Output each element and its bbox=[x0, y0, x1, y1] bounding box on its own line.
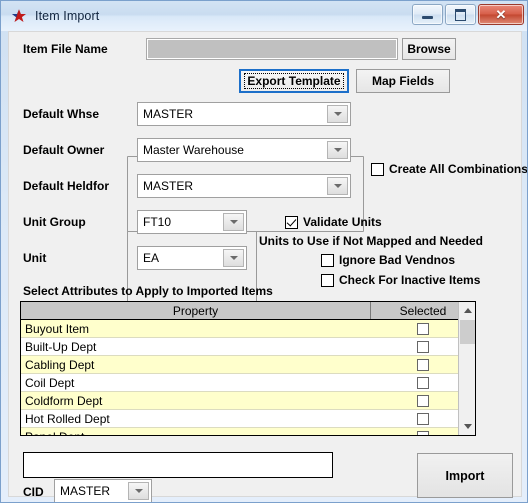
row-property-cell: Buyout Item bbox=[25, 321, 90, 336]
import-button-label: Import bbox=[445, 468, 485, 483]
star-icon bbox=[11, 8, 27, 24]
unit-group-value: FT10 bbox=[143, 215, 172, 229]
chevron-down-icon bbox=[223, 213, 244, 231]
checkbox-box bbox=[321, 273, 334, 287]
checkbox-box bbox=[285, 215, 298, 229]
minimize-icon bbox=[422, 16, 433, 19]
import-button[interactable]: Import bbox=[417, 453, 513, 498]
grid-body: Buyout Item Built-Up Dept Cabling Dept Coil… bbox=[21, 320, 475, 436]
cid-dropdown[interactable]: MASTER bbox=[54, 479, 152, 502]
chevron-down-icon bbox=[327, 141, 348, 159]
row-checkbox[interactable] bbox=[417, 394, 429, 407]
row-property-cell: Panel Dept bbox=[21, 430, 371, 436]
map-fields-label: Map Fields bbox=[371, 74, 434, 88]
browse-button[interactable]: Browse bbox=[402, 38, 456, 60]
row-checkbox[interactable] bbox=[417, 358, 429, 371]
row-property-cell: Coil Dept bbox=[25, 375, 75, 390]
cid-value: MASTER bbox=[60, 484, 111, 498]
ignore-bad-vendnos-checkbox[interactable]: Ignore Bad Vendnos bbox=[321, 253, 455, 267]
default-whse-dropdown[interactable]: MASTER bbox=[137, 102, 351, 126]
create-all-combinations-label: Create All Combinations bbox=[389, 162, 528, 176]
export-template-button[interactable]: Export Template bbox=[239, 69, 349, 93]
validate-units-label: Validate Units bbox=[303, 215, 382, 229]
close-icon: ✕ bbox=[495, 7, 507, 22]
row-checkbox[interactable] bbox=[417, 412, 429, 425]
chevron-down-icon bbox=[327, 177, 348, 195]
table-row[interactable]: Panel Dept bbox=[21, 428, 475, 436]
unit-value: EA bbox=[143, 251, 160, 265]
row-property-cell: Cabling Dept bbox=[25, 357, 95, 372]
unit-group-dropdown[interactable]: FT10 bbox=[137, 210, 247, 234]
item-file-name-label: Item File Name bbox=[23, 42, 108, 56]
map-fields-button[interactable]: Map Fields bbox=[356, 69, 450, 93]
dialog-body: Item File Name Browse Export Template Ma… bbox=[8, 31, 527, 502]
maximize-button[interactable] bbox=[445, 4, 476, 25]
scroll-down-icon[interactable] bbox=[459, 418, 475, 435]
close-button[interactable]: ✕ bbox=[478, 4, 524, 25]
scroll-up-icon[interactable] bbox=[459, 302, 475, 319]
checkbox-box bbox=[371, 162, 384, 176]
default-owner-dropdown[interactable]: Master Warehouse bbox=[137, 138, 351, 162]
table-row[interactable]: Coldform Dept bbox=[21, 392, 475, 410]
attributes-heading: Select Attributes to Apply to Imported I… bbox=[23, 284, 273, 298]
column-header-property: Property bbox=[21, 302, 371, 319]
row-property-cell: Hot Rolled Dept bbox=[25, 411, 110, 426]
ignore-bad-vendnos-label: Ignore Bad Vendnos bbox=[339, 253, 456, 267]
default-whse-label: Default Whse bbox=[23, 107, 100, 121]
default-heldfor-dropdown[interactable]: MASTER bbox=[137, 174, 351, 198]
unit-dropdown[interactable]: EA bbox=[137, 246, 247, 270]
default-owner-label: Default Owner bbox=[23, 143, 105, 157]
row-property-cell: Built-Up Dept bbox=[25, 339, 97, 354]
status-input[interactable] bbox=[23, 452, 333, 478]
default-heldfor-value: MASTER bbox=[143, 179, 194, 193]
row-checkbox[interactable] bbox=[417, 322, 429, 335]
minimize-button[interactable] bbox=[412, 4, 443, 25]
check-for-inactive-items-label: Check For Inactive Items bbox=[339, 273, 481, 287]
row-checkbox[interactable] bbox=[417, 376, 429, 389]
default-owner-value: Master Warehouse bbox=[143, 143, 244, 157]
chevron-down-icon bbox=[128, 482, 149, 500]
maximize-icon bbox=[455, 8, 466, 21]
table-row[interactable]: Hot Rolled Dept bbox=[21, 410, 475, 428]
create-all-combinations-checkbox[interactable]: Create All Combinations bbox=[371, 162, 528, 176]
item-file-name-input[interactable] bbox=[146, 38, 398, 60]
check-for-inactive-items-checkbox[interactable]: Check For Inactive Items bbox=[321, 273, 480, 287]
title-bar[interactable]: Item Import ✕ bbox=[1, 1, 527, 31]
validate-units-checkbox[interactable]: Validate Units bbox=[285, 215, 382, 229]
export-template-label: Export Template bbox=[244, 73, 344, 89]
default-heldfor-label: Default Heldfor bbox=[23, 179, 110, 193]
row-property-cell: Coldform Dept bbox=[25, 393, 103, 408]
unit-label: Unit bbox=[23, 251, 47, 265]
cid-label: CID bbox=[23, 485, 44, 499]
grid-vertical-scrollbar[interactable] bbox=[458, 302, 475, 435]
item-import-window: Item Import ✕ Item File Name Browse Expo… bbox=[0, 0, 528, 503]
grid-header-row: Property Selected bbox=[21, 302, 475, 320]
scrollbar-thumb[interactable] bbox=[460, 320, 475, 344]
units-note-label: Units to Use if Not Mapped and Needed bbox=[259, 234, 484, 248]
table-row[interactable]: Coil Dept bbox=[21, 374, 475, 392]
chevron-down-icon bbox=[223, 249, 244, 267]
table-row[interactable]: Cabling Dept bbox=[21, 356, 475, 374]
table-row[interactable]: Buyout Item bbox=[21, 320, 475, 338]
table-row[interactable]: Built-Up Dept bbox=[21, 338, 475, 356]
checkbox-box bbox=[321, 253, 334, 267]
chevron-down-icon bbox=[327, 105, 348, 123]
attributes-grid[interactable]: Property Selected Buyout Item Built-Up De… bbox=[20, 301, 476, 436]
window-controls: ✕ bbox=[412, 4, 524, 25]
window-title: Item Import bbox=[35, 9, 100, 23]
default-whse-value: MASTER bbox=[143, 107, 194, 121]
browse-button-label: Browse bbox=[407, 42, 451, 56]
unit-group-label: Unit Group bbox=[23, 215, 86, 229]
row-checkbox[interactable] bbox=[417, 430, 429, 435]
row-checkbox[interactable] bbox=[417, 340, 429, 353]
